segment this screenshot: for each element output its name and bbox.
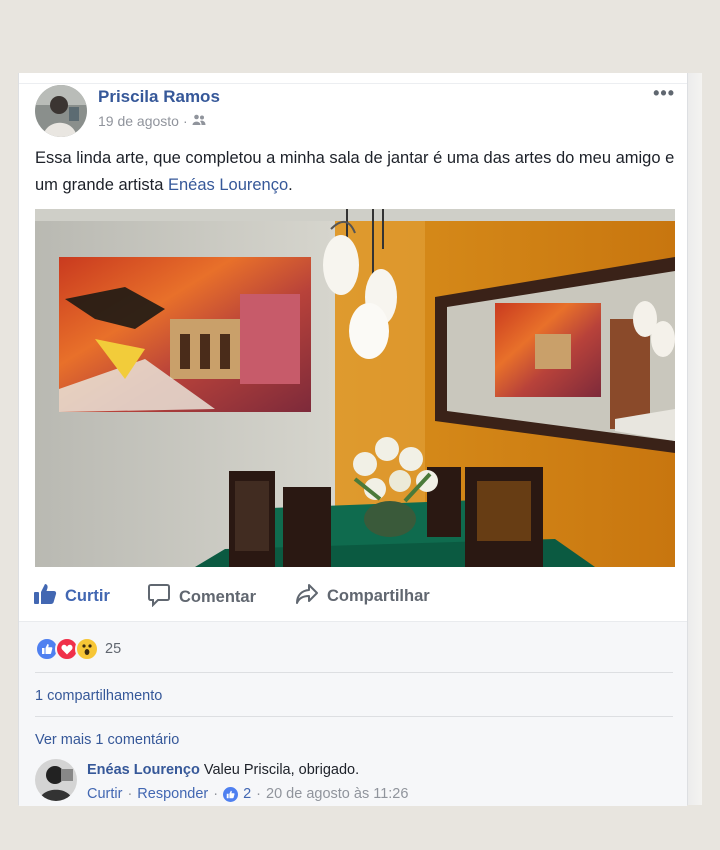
feedback-section: 25 1 compartilhamento Ver mais 1 comentá… [19,621,687,806]
reactions-summary[interactable]: 25 [35,637,121,661]
comment-like-count[interactable]: 2 [243,786,251,802]
commenter-avatar[interactable] [35,759,77,801]
wow-icon [75,637,99,661]
comment-button[interactable]: Comentar [147,583,256,612]
friends-icon[interactable] [192,113,206,129]
like-button[interactable]: Curtir [33,583,110,610]
comment-author[interactable]: Enéas Lourenço [87,762,200,778]
share-icon [295,583,319,610]
dot-separator: · [127,786,133,802]
divider [19,83,687,84]
comment-timestamp[interactable]: 20 de agosto às 11:26 [266,786,408,802]
divider [35,716,673,717]
dot-separator: · [182,113,188,129]
tagged-user-link[interactable]: Enéas Lourenço [168,176,288,194]
like-icon [223,786,239,802]
post-text: Essa linda arte, que completou a minha s… [35,145,675,199]
share-label: Compartilhar [327,587,430,605]
comment-actions: Curtir · Responder · 2 · 20 de agosto às… [87,786,408,802]
more-options-icon[interactable]: ••• [653,83,675,104]
post-meta: 19 de agosto · [98,113,206,129]
post-date[interactable]: 19 de agosto [98,113,179,129]
divider [35,672,673,673]
author-name[interactable]: Priscila Ramos [98,87,220,107]
comment-text: Valeu Priscila, obrigado. [203,762,360,778]
thumbs-up-icon [33,583,57,610]
reaction-count: 25 [105,641,122,657]
post-photo[interactable] [35,209,675,567]
author-avatar[interactable] [35,85,87,137]
dot-separator: · [256,786,261,802]
comment-like-link[interactable]: Curtir [87,786,122,802]
share-button[interactable]: Compartilhar [295,583,430,610]
comment-icon [147,583,171,612]
post-card: Priscila Ramos 19 de agosto · ••• Essa l… [18,73,688,806]
post-text-end: . [288,176,293,194]
comment-body: Enéas Lourenço Valeu Priscila, obrigado. [87,762,359,778]
like-label: Curtir [65,587,110,605]
comment-label: Comentar [179,588,257,606]
dot-separator: · [213,786,219,802]
view-more-comments-link[interactable]: Ver mais 1 comentário [35,732,179,748]
action-bar: Curtir Comentar Compartilhar [19,573,687,617]
page-shadow [688,73,702,805]
post-text-body: Essa linda arte, que completou a minha s… [35,149,675,194]
shares-link[interactable]: 1 compartilhamento [35,688,162,704]
comment-reply-link[interactable]: Responder [137,786,208,802]
